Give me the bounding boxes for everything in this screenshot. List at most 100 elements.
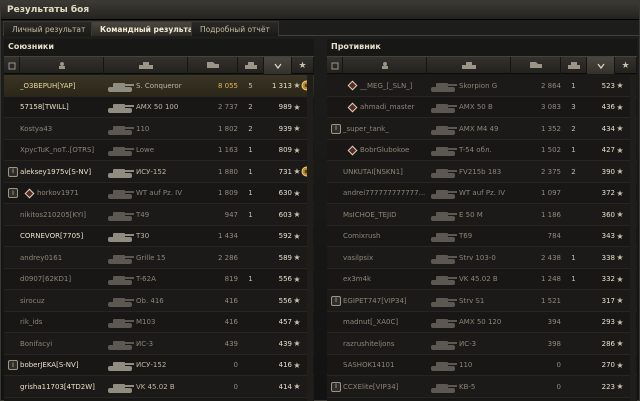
table-row[interactable]: madnut[_XA0C] AMX 50 120 394 293 ★: [327, 311, 637, 333]
table-row[interactable]: XpycTuK_noT..[OTRS] Lowe 1 163 1 809 ★: [4, 139, 314, 161]
kills-value: 1: [571, 146, 576, 154]
table-row[interactable]: andrey0161 Grille 15 2 286 589 ★: [4, 247, 314, 269]
table-row[interactable]: MsICHOE_TEJID E 50 M 1 186 360 ★: [327, 204, 637, 226]
damage-column-header[interactable]: [511, 57, 561, 74]
xp-value: 286: [601, 339, 615, 348]
xp-column-header[interactable]: [264, 57, 292, 74]
vehicle-column-header[interactable]: [104, 57, 188, 74]
vehicle-icon: [431, 168, 457, 178]
vehicle-name: ИС-3: [459, 339, 477, 348]
player-column-header[interactable]: [343, 57, 427, 74]
table-row[interactable]: sirocuz Ob. 416 416 556 ★: [4, 290, 314, 312]
xp-value: 372: [601, 189, 615, 197]
table-row[interactable]: nikitos210205[KYI] T49 947 1 603 ★: [4, 204, 314, 226]
star-column-header[interactable]: ★: [292, 57, 314, 74]
vehicle-icon: [431, 190, 457, 199]
vehicle-icon: [431, 211, 457, 221]
damage-value: 1 802: [217, 124, 238, 133]
table-row[interactable]: ahmadi_master AMX 50 B 3 083 3 436 ★: [327, 96, 637, 118]
vehicle-icon-cell: [427, 226, 459, 247]
squad-icon: [8, 62, 15, 69]
xp-value: 1 313: [271, 81, 292, 90]
damage-value: 0: [556, 361, 561, 369]
vehicle-icon: [431, 125, 457, 135]
table-row[interactable]: Kostya43 110 1 802 2 939 ★: [4, 118, 314, 140]
player-name-text: horkov1971: [37, 189, 79, 197]
platoon-column-header[interactable]: [327, 57, 343, 74]
table-row[interactable]: CORNEVOR[7705] T30 1 434 592 ★: [4, 225, 314, 247]
xp-value: 989: [278, 103, 292, 111]
vehicle-name: Ob. 416: [136, 296, 164, 305]
table-row[interactable]: I CCXElite[VIP34] KB-5 0 223 ★: [327, 376, 637, 398]
table-row[interactable]: IboberJEKA[S-NV] ИСУ-152 0 416 ★: [4, 354, 314, 376]
xp-column-header[interactable]: [587, 57, 615, 74]
tab-team[interactable]: Командный результат: [91, 21, 207, 36]
table-row[interactable]: Comixrush T69 784 343 ★: [327, 225, 637, 247]
platoon-badge-icon: I: [331, 295, 341, 306]
table-row[interactable]: rik_ids M103 416 457 ★: [4, 311, 314, 333]
table-row[interactable]: ex3m4k VK 45.02 B 1 248 1 332 ★: [327, 268, 637, 290]
platoon-column-header[interactable]: [4, 57, 20, 74]
star-column-header[interactable]: ★: [615, 57, 637, 74]
damage-column-header[interactable]: [188, 57, 238, 74]
table-row[interactable]: _O3BEPUH[YAP] S. Conqueror 8 055 5 1 313 ★: [4, 75, 314, 97]
vehicle-icon: [431, 297, 457, 307]
table-row[interactable]: I EGIPET747[VIP34] Strv S1 1 521 317 ★: [327, 290, 637, 312]
table-row[interactable]: vasilpsix Strv 103-0 2 438 1 338 ★: [327, 247, 637, 269]
vehicle-icon-cell: [427, 247, 459, 268]
star-icon: ★: [616, 339, 624, 348]
platoon-cell: [7, 247, 19, 268]
table-row[interactable]: Ialeksey1975v[S-NV] ИСУ-152 1 880 1 731 ★: [4, 161, 314, 183]
xp-value: 427: [601, 146, 615, 154]
table-row[interactable]: Bonifacyi ИС-3 439 439 ★: [4, 333, 314, 355]
xp-value: 293: [601, 318, 615, 326]
table-row[interactable]: grisha11703[4TD2W] VK 45.02 B 0 414 ★: [4, 376, 314, 398]
platoon-cell: [330, 226, 342, 247]
allies-scrollbar[interactable]: [307, 75, 313, 401]
player-name-text: vasilpsix: [343, 253, 374, 262]
vehicle-name: ИСУ-152: [136, 361, 167, 369]
xp-value: 223: [601, 382, 615, 391]
player-name-text: razrushiteljons: [343, 339, 395, 348]
table-row[interactable]: UNKUTAI[NSKN1] FV215b 183 2 375 2 390 ★: [327, 161, 637, 183]
xp-value: 556: [278, 275, 292, 283]
kills-column-header[interactable]: [561, 57, 587, 74]
vehicle-icon-cell: [104, 97, 136, 118]
xp-value: 939: [278, 124, 292, 133]
tab-detailed[interactable]: Подробный отчёт: [191, 21, 279, 36]
allies-rows: _O3BEPUH[YAP] S. Conqueror 8 055 5 1 313 ★ 571…: [4, 75, 314, 398]
player-name: BobrGlubokoe: [343, 140, 428, 161]
player-name-text: UNKUTAI[NSKN1]: [343, 167, 403, 176]
table-row[interactable]: d0907[62KD1] T-62A 819 1 556 ★: [4, 268, 314, 290]
table-row[interactable]: 57158[TWILL] AMX 50 100 2 737 2 989 ★: [4, 96, 314, 118]
tab-personal[interactable]: Личный результат: [3, 21, 95, 36]
star-icon: ★: [616, 317, 624, 327]
vehicle-column-header[interactable]: [427, 57, 511, 74]
player-name-text: nikitos210205[KYI]: [20, 210, 86, 219]
enemies-scrollbar[interactable]: [630, 75, 636, 401]
vehicle-icon-cell: [427, 161, 459, 182]
damage-value: 416: [224, 318, 238, 326]
vehicle-name: 110: [459, 361, 473, 369]
table-row[interactable]: andrei777777777777... WT auf Pz. IV 1 097 3…: [327, 182, 637, 204]
star-icon: ★: [616, 124, 624, 133]
kills-value: [561, 183, 586, 204]
player-name-text: rik_ids: [20, 318, 43, 326]
xp-value: 809: [278, 146, 292, 154]
vehicle-icon-cell: [104, 204, 136, 225]
table-row[interactable]: BobrGlubokoe T-54 обл. 1 502 1 427 ★: [327, 139, 637, 161]
platoon-cell: [7, 75, 19, 96]
table-row[interactable]: I _super_tank_ AMX M4 49 1 352 2 434 ★: [327, 118, 637, 140]
player-name-text: SASHOK14101: [343, 361, 395, 369]
table-row[interactable]: Ihorkov1971 WT auf Pz. IV 1 809 1 630 ★: [4, 182, 314, 204]
kills-value: 1: [571, 81, 576, 90]
table-row[interactable]: razrushiteljons ИС-3 398 286 ★: [327, 333, 637, 355]
table-row[interactable]: SASHOK14101 110 0 270 ★: [327, 354, 637, 376]
table-row[interactable]: __MEG_[_SLN_] Skorpion G 2 864 1 523 ★: [327, 75, 637, 97]
damage-value: 2 375: [540, 167, 561, 176]
player-column-header[interactable]: [20, 57, 104, 74]
kills-value: [561, 204, 586, 225]
kills-column-header[interactable]: [238, 57, 264, 74]
player-name: Comixrush: [343, 226, 428, 247]
kills-value: [561, 290, 586, 311]
